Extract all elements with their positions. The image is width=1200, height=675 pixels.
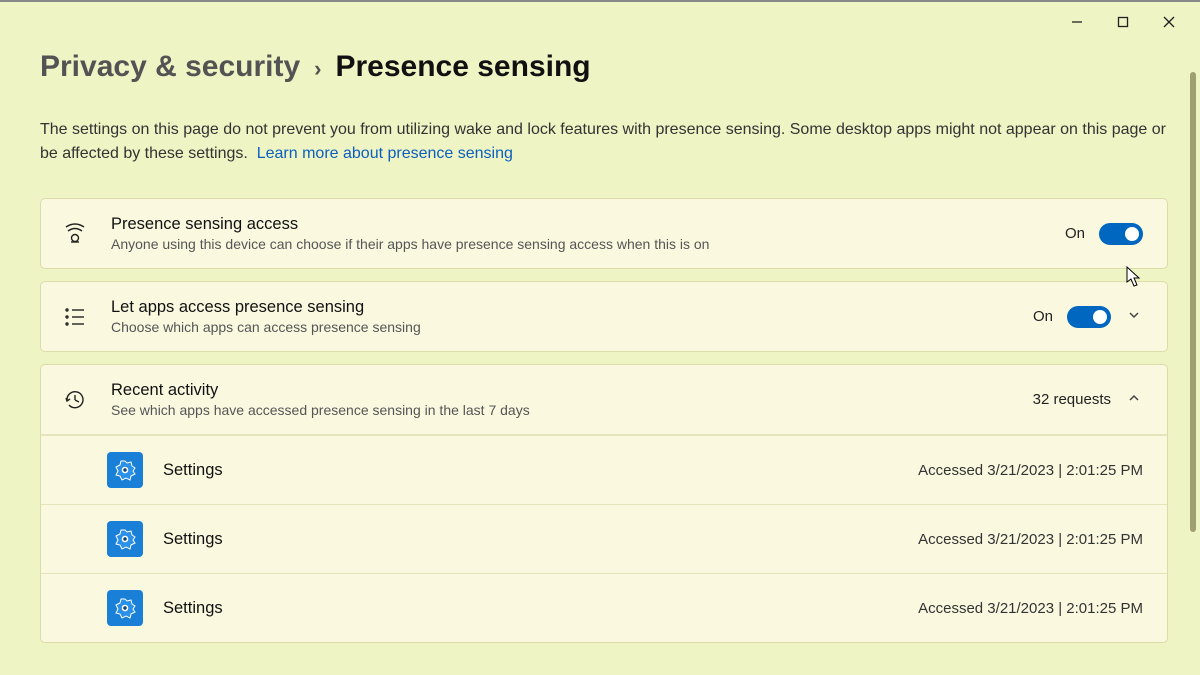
breadcrumb-parent[interactable]: Privacy & security [40,50,300,84]
panel-subtitle: Anyone using this device can choose if t… [111,236,1065,252]
request-count-label: 32 requests [1033,391,1111,408]
page-content: Privacy & security › Presence sensing Th… [0,2,1200,675]
activity-app-name: Settings [163,599,918,618]
activity-timestamp: Accessed 3/21/2023 | 2:01:25 PM [918,600,1143,617]
activity-row[interactable]: Settings Accessed 3/21/2023 | 2:01:25 PM [41,435,1167,504]
activity-app-name: Settings [163,461,918,480]
breadcrumb: Privacy & security › Presence sensing [40,50,1168,84]
activity-timestamp: Accessed 3/21/2023 | 2:01:25 PM [918,462,1143,479]
apps-access-toggle[interactable] [1067,306,1111,328]
panel-subtitle: Choose which apps can access presence se… [111,319,1033,335]
activity-app-name: Settings [163,530,918,549]
let-apps-access-panel[interactable]: Let apps access presence sensing Choose … [40,281,1168,352]
chevron-up-icon[interactable] [1125,391,1143,408]
description-text: The settings on this page do not prevent… [40,121,1166,162]
toggle-state-label: On [1033,308,1053,325]
panel-title: Let apps access presence sensing [111,298,1033,317]
recent-activity-header[interactable]: Recent activity See which apps have acce… [41,365,1167,435]
settings-app-icon [107,590,143,626]
presence-sensor-icon [61,223,89,245]
presence-access-toggle[interactable] [1099,223,1143,245]
activity-row[interactable]: Settings Accessed 3/21/2023 | 2:01:25 PM [41,504,1167,573]
settings-app-icon [107,452,143,488]
panel-title: Presence sensing access [111,215,1065,234]
recent-activity-group: Recent activity See which apps have acce… [40,364,1168,643]
presence-sensing-access-panel: Presence sensing access Anyone using thi… [40,198,1168,269]
history-icon [61,389,89,411]
apps-list-icon [61,307,89,327]
activity-row[interactable]: Settings Accessed 3/21/2023 | 2:01:25 PM [41,573,1167,642]
breadcrumb-current: Presence sensing [335,50,590,84]
chevron-down-icon[interactable] [1125,308,1143,325]
page-description: The settings on this page do not prevent… [40,118,1168,166]
activity-timestamp: Accessed 3/21/2023 | 2:01:25 PM [918,531,1143,548]
panel-title: Recent activity [111,381,1033,400]
panel-subtitle: See which apps have accessed presence se… [111,402,1033,418]
learn-more-link[interactable]: Learn more about presence sensing [257,145,513,162]
vertical-scrollbar[interactable] [1190,72,1196,532]
toggle-state-label: On [1065,225,1085,242]
settings-app-icon [107,521,143,557]
chevron-right-icon: › [314,56,321,82]
